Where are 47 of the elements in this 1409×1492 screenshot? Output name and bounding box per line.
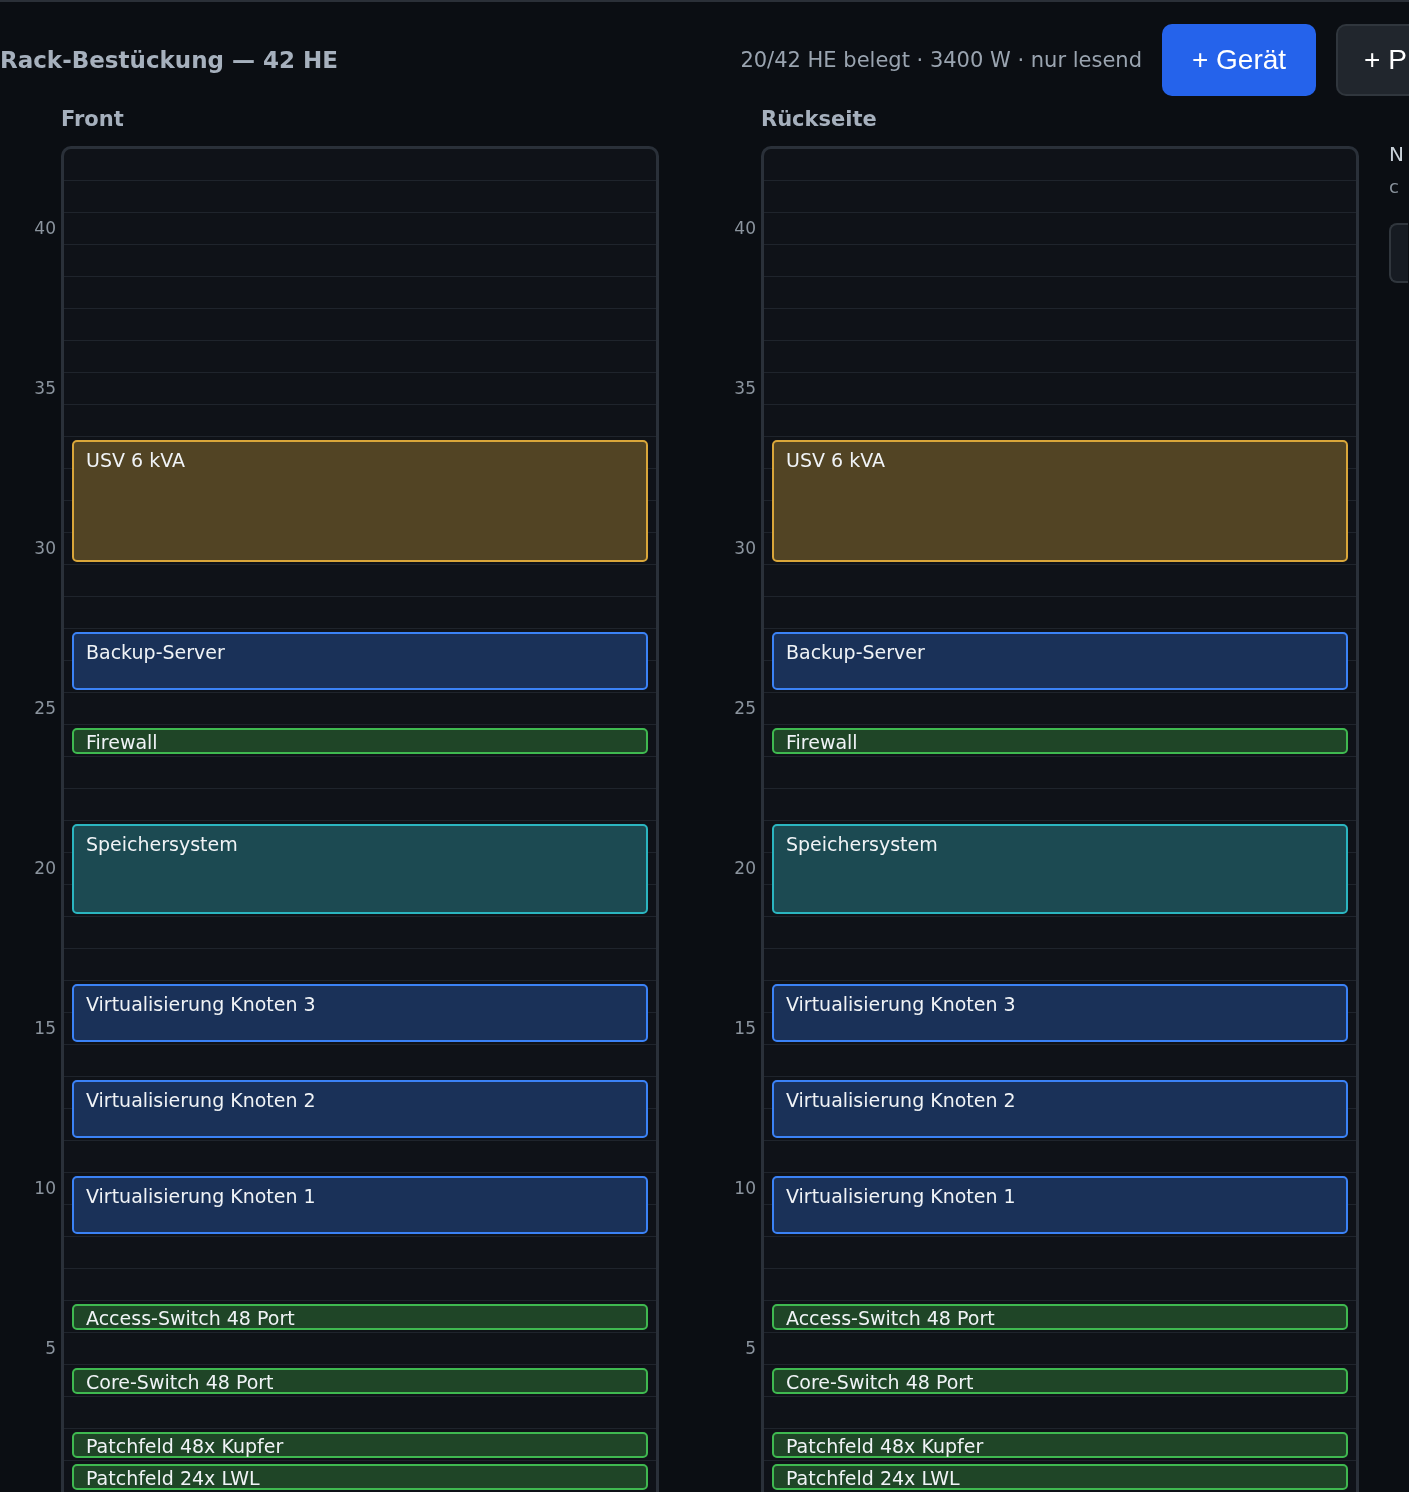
rack-device[interactable]: Patchfeld 48x Kupfer	[772, 1432, 1348, 1458]
unit-number: 25	[734, 697, 756, 720]
unit-number: 5	[45, 1337, 56, 1360]
rack-device[interactable]: Firewall	[772, 728, 1348, 754]
rack-device[interactable]: USV 6 kVA	[72, 440, 648, 562]
unit-number: 30	[34, 537, 56, 560]
unit-number: 5	[745, 1337, 756, 1360]
rack-device[interactable]: Core-Switch 48 Port	[72, 1368, 648, 1394]
rack-side-title: Rückseite	[761, 106, 878, 133]
rack-device[interactable]: Virtualisierung Knoten 3	[772, 984, 1348, 1042]
rack-device[interactable]: Virtualisierung Knoten 1	[72, 1176, 648, 1234]
unit-number: 30	[734, 537, 756, 560]
unit-number: 15	[734, 1017, 756, 1040]
rack-device[interactable]: Access-Switch 48 Port	[72, 1304, 648, 1330]
rack-device[interactable]: Virtualisierung Knoten 1	[772, 1176, 1348, 1234]
unit-number: 25	[34, 697, 56, 720]
rack-side-title: Front	[61, 106, 125, 133]
rack-device[interactable]: Backup-Server	[72, 632, 648, 690]
rack-device[interactable]: Backup-Server	[772, 632, 1348, 690]
rack-device[interactable]: Core-Switch 48 Port	[772, 1368, 1348, 1394]
unit-number: 20	[34, 857, 56, 880]
rack-device[interactable]: USV 6 kVA	[772, 440, 1348, 562]
add-button[interactable]: + P	[1336, 24, 1409, 96]
rack-stats: 20/42 HE belegt · 3400 W · nur lesend	[740, 48, 1142, 72]
rack-device[interactable]: Virtualisierung Knoten 3	[72, 984, 648, 1042]
unit-number: 10	[34, 1177, 56, 1200]
unit-number: 40	[734, 217, 756, 240]
panel-title: N	[1389, 142, 1405, 166]
panel-card	[1389, 223, 1408, 283]
rack-device[interactable]: Access-Switch 48 Port	[772, 1304, 1348, 1330]
unit-number: 40	[34, 217, 56, 240]
unit-number: 10	[734, 1177, 756, 1200]
unit-number: 35	[34, 377, 56, 400]
rack-device[interactable]: Patchfeld 24x LWL	[72, 1464, 648, 1490]
rack-device[interactable]: Virtualisierung Knoten 2	[72, 1080, 648, 1138]
rack-device[interactable]: Firewall	[72, 728, 648, 754]
panel-subtitle: c	[1389, 176, 1400, 197]
page-title: Rack-Bestückung — 42 HE	[0, 47, 340, 73]
rack-device[interactable]: Virtualisierung Knoten 2	[772, 1080, 1348, 1138]
rack-device[interactable]: Patchfeld 24x LWL	[772, 1464, 1348, 1490]
unit-number: 35	[734, 377, 756, 400]
rack-device[interactable]: Speichersystem	[772, 824, 1348, 914]
rack-device[interactable]: Patchfeld 48x Kupfer	[72, 1432, 648, 1458]
rack-device[interactable]: Speichersystem	[72, 824, 648, 914]
unit-number: 20	[734, 857, 756, 880]
add-device-button[interactable]: + Gerät	[1162, 24, 1316, 96]
unit-number: 15	[34, 1017, 56, 1040]
